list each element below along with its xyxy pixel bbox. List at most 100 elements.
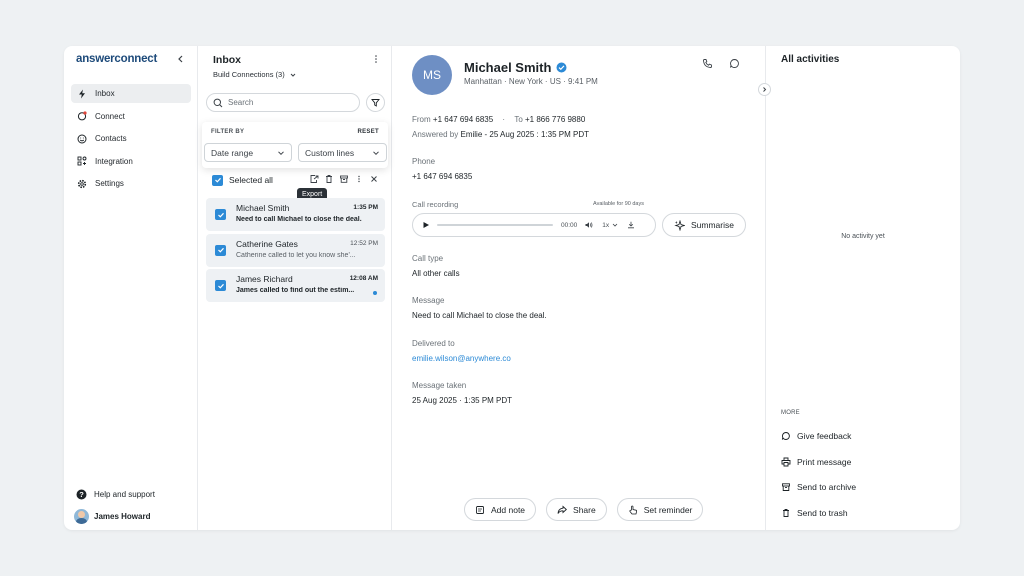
message-detail: MS Michael Smith Manhattan · New York · … bbox=[392, 46, 766, 530]
message-label: Message bbox=[412, 296, 445, 305]
volume-icon[interactable] bbox=[585, 221, 593, 229]
message-value: Need to call Michael to close the deal. bbox=[412, 311, 547, 320]
send-to-trash-button[interactable]: Send to trash bbox=[781, 506, 856, 520]
unread-dot bbox=[373, 291, 377, 295]
filter-icon bbox=[371, 98, 380, 107]
more-vertical-icon[interactable] bbox=[372, 54, 380, 64]
connection-label: Build Connections (3) bbox=[213, 70, 285, 79]
row-checkbox[interactable] bbox=[215, 209, 226, 220]
custom-lines-label: Custom lines bbox=[305, 147, 355, 158]
selected-all-label: Selected all bbox=[229, 175, 273, 185]
sidebar-item-label: Connect bbox=[95, 111, 125, 121]
date-range-label: Date range bbox=[211, 147, 254, 158]
answered-by: Answered by Emilie - 25 Aug 2025 : 1:35 … bbox=[412, 130, 589, 139]
download-icon[interactable] bbox=[627, 221, 635, 229]
message-taken-value: 25 Aug 2025 · 1:35 PM PDT bbox=[412, 396, 513, 405]
set-reminder-button[interactable]: Set reminder bbox=[616, 498, 704, 521]
contact-name-text: Michael Smith bbox=[464, 60, 552, 75]
send-to-trash-label: Send to trash bbox=[797, 507, 848, 518]
give-feedback-button[interactable]: Give feedback bbox=[781, 429, 856, 443]
activities-title: All activities bbox=[781, 54, 840, 65]
svg-text:?: ? bbox=[79, 490, 84, 499]
bulk-actions bbox=[309, 174, 379, 184]
empty-state: No activity yet bbox=[841, 233, 885, 240]
feedback-icon bbox=[781, 431, 791, 441]
panel-toggle[interactable] bbox=[758, 83, 771, 96]
chat-icon[interactable] bbox=[729, 58, 740, 69]
inbox-title: Inbox bbox=[213, 54, 241, 66]
note-icon bbox=[475, 505, 485, 515]
list-item[interactable]: Catherine Gates 12:52 PM Catherine calle… bbox=[206, 233, 385, 267]
connection-selector[interactable]: Build Connections (3) bbox=[213, 70, 297, 79]
gear-icon bbox=[77, 179, 87, 189]
audio-duration: 00:00 bbox=[561, 221, 578, 229]
share-label: Share bbox=[573, 504, 596, 515]
add-note-button[interactable]: Add note bbox=[464, 498, 537, 521]
to-label: To bbox=[514, 115, 523, 124]
help-and-support[interactable]: ? Help and support bbox=[76, 489, 155, 500]
filter-by-label: FILTER BY bbox=[211, 129, 245, 135]
sidebar-item-integration[interactable]: Integration bbox=[71, 152, 191, 171]
search-input[interactable]: Search bbox=[206, 93, 360, 112]
phone-value: +1 647 694 6835 bbox=[412, 172, 473, 181]
answered-value: Emilie - 25 Aug 2025 : 1:35 PM PDT bbox=[460, 130, 589, 139]
send-to-archive-button[interactable]: Send to archive bbox=[781, 480, 856, 494]
playback-speed[interactable]: 1x bbox=[602, 222, 609, 229]
close-icon[interactable] bbox=[369, 174, 379, 184]
more-vertical-icon[interactable] bbox=[354, 174, 364, 184]
caller-name: Catherine Gates bbox=[236, 238, 298, 249]
audio-progress-bar[interactable] bbox=[437, 224, 553, 226]
set-reminder-label: Set reminder bbox=[643, 504, 693, 515]
phone-label: Phone bbox=[412, 157, 436, 166]
share-icon bbox=[557, 504, 568, 515]
chevron-left-icon[interactable] bbox=[176, 54, 186, 64]
bolt-icon bbox=[77, 89, 87, 99]
chevron-down-icon bbox=[289, 71, 297, 79]
filter-button[interactable] bbox=[366, 93, 385, 112]
sidebar-nav: Inbox Connect Contacts Integration Setti… bbox=[71, 84, 191, 197]
sidebar-item-contacts[interactable]: Contacts bbox=[71, 129, 191, 148]
list-item[interactable]: James Richard 12:08 AM James called to f… bbox=[206, 269, 385, 302]
reset-button[interactable]: RESET bbox=[357, 129, 379, 135]
row-checkbox[interactable] bbox=[215, 280, 226, 291]
call-route: From +1 647 694 6835 · To +1 866 776 988… bbox=[412, 115, 586, 124]
trash-icon bbox=[781, 508, 791, 518]
message-time: 12:08 AM bbox=[349, 275, 378, 282]
message-time: 12:52 PM bbox=[350, 239, 378, 247]
sidebar-item-inbox[interactable]: Inbox bbox=[71, 84, 191, 103]
export-icon[interactable] bbox=[309, 174, 319, 184]
user-profile[interactable]: James Howard bbox=[74, 509, 150, 524]
search-placeholder: Search bbox=[228, 98, 254, 107]
reminder-icon bbox=[628, 505, 638, 515]
print-message-button[interactable]: Print message bbox=[781, 455, 856, 469]
chevron-down-icon bbox=[612, 221, 618, 229]
trash-icon[interactable] bbox=[324, 174, 334, 184]
activities-panel: All activities No activity yet MORE Give… bbox=[766, 46, 960, 530]
chevron-right-icon bbox=[761, 86, 768, 93]
from-number: +1 647 694 6835 bbox=[432, 115, 494, 124]
play-icon[interactable] bbox=[422, 221, 430, 229]
summarise-button[interactable]: Summarise bbox=[662, 213, 746, 237]
user-name: James Howard bbox=[94, 512, 151, 521]
smiley-icon bbox=[77, 134, 87, 144]
list-item[interactable]: Michael Smith 1:35 PM Need to call Micha… bbox=[206, 198, 385, 231]
help-label: Help and support bbox=[94, 490, 155, 499]
phone-icon[interactable] bbox=[702, 58, 713, 69]
share-button[interactable]: Share bbox=[546, 498, 607, 521]
sidebar-item-settings[interactable]: Settings bbox=[71, 174, 191, 193]
custom-lines-dropdown[interactable]: Custom lines bbox=[298, 143, 387, 162]
delivered-email-link[interactable]: emilie.wilson@anywhere.co bbox=[412, 354, 511, 363]
filter-panel: FILTER BY RESET Date range Custom lines bbox=[202, 122, 388, 168]
sidebar-item-connect[interactable]: Connect bbox=[71, 107, 191, 126]
archive-icon[interactable] bbox=[339, 174, 349, 184]
logo: answerconnect bbox=[76, 53, 158, 65]
sidebar: answerconnect Inbox Connect Contacts Int… bbox=[64, 46, 198, 530]
call-type-value: All other calls bbox=[412, 269, 460, 278]
connect-icon bbox=[77, 111, 87, 121]
audio-player: 00:00 1x bbox=[412, 213, 656, 237]
sidebar-item-label: Inbox bbox=[95, 89, 115, 98]
date-range-dropdown[interactable]: Date range bbox=[204, 143, 292, 162]
contact-name[interactable]: Michael Smith bbox=[464, 60, 567, 75]
row-checkbox[interactable] bbox=[215, 244, 226, 256]
select-all-checkbox[interactable] bbox=[212, 174, 223, 186]
